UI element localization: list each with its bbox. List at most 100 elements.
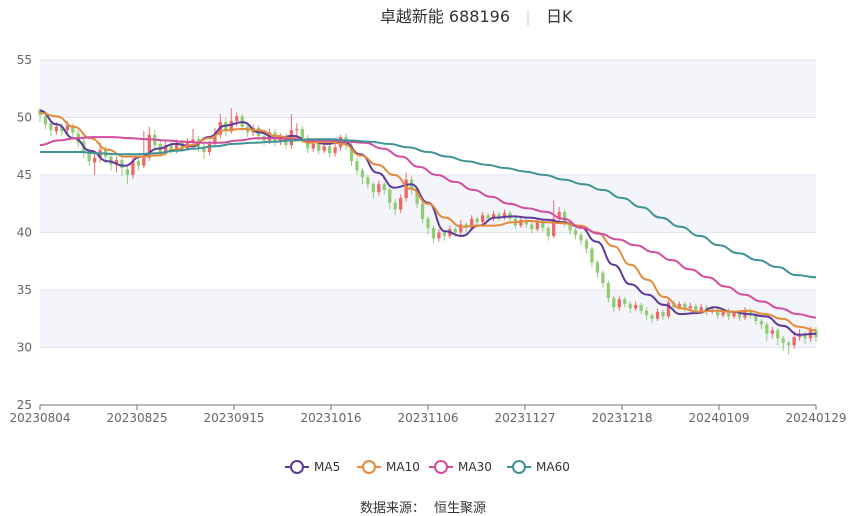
candle-body	[65, 125, 69, 131]
x-tick-label: 20230825	[106, 411, 167, 425]
candle-down	[579, 232, 583, 246]
candle-body	[650, 315, 654, 319]
candle-down	[327, 143, 332, 158]
candle-body	[699, 307, 703, 311]
legend-item-ma30: MA30	[429, 460, 492, 474]
candle-body	[617, 299, 621, 308]
legend-marker-icon	[512, 460, 526, 474]
candle-body	[481, 215, 485, 223]
candle-body	[573, 230, 578, 235]
candle-up	[295, 123, 299, 138]
candle-body	[142, 157, 146, 166]
source-value: 恒生聚源	[434, 501, 486, 516]
candle-body	[333, 147, 337, 154]
candle-up	[191, 129, 195, 147]
candle-body	[207, 143, 212, 152]
candle-up	[666, 300, 671, 319]
candle-body	[776, 330, 780, 339]
candle-up	[93, 153, 97, 175]
title-period: 日K	[546, 7, 573, 26]
candle-body	[388, 189, 392, 203]
candle-body	[420, 203, 425, 219]
candle-body	[623, 299, 627, 304]
legend-label: MA5	[314, 460, 340, 474]
candle-body	[43, 116, 48, 125]
y-tick-label: 25	[17, 398, 32, 412]
candle-body	[486, 215, 490, 219]
candle-body	[634, 304, 638, 309]
candle-body	[404, 179, 408, 198]
x-tick-label: 20231106	[397, 411, 458, 425]
plot-band	[40, 290, 816, 348]
candle-body	[579, 234, 583, 241]
x-tick-label: 20230804	[9, 411, 70, 425]
candle-body	[781, 338, 785, 343]
candle-down	[584, 238, 589, 254]
candle-body	[322, 146, 326, 151]
kline-chart: 卓越新能 688196 日K 25303540455055 20230804 20…	[9, 7, 847, 516]
candle-body	[601, 272, 605, 284]
candle-body	[792, 337, 796, 346]
candle-body	[371, 184, 375, 193]
candle-body	[595, 262, 600, 273]
y-tick-label: 50	[17, 111, 32, 125]
candle-body	[770, 330, 774, 334]
candle-body	[765, 324, 769, 334]
x-tick-label: 20231016	[300, 411, 361, 425]
y-tick-label: 30	[17, 341, 32, 355]
candle-body	[355, 161, 359, 171]
candle-body	[628, 303, 632, 309]
candle-body	[360, 170, 365, 178]
candle-body	[688, 306, 692, 309]
candle-body	[644, 310, 649, 316]
x-tick-label: 20240109	[688, 411, 749, 425]
candle-body	[120, 160, 124, 169]
candle-body	[382, 184, 386, 190]
candle-body	[54, 126, 59, 132]
y-tick-label: 55	[17, 53, 32, 67]
candle-body	[426, 218, 430, 228]
candle-body	[377, 184, 381, 193]
candle-body	[300, 129, 304, 139]
candle-down	[601, 270, 605, 288]
candle-body	[612, 298, 616, 308]
x-tick-label: 20231127	[494, 411, 555, 425]
candle-body	[125, 169, 130, 175]
candle-body	[606, 283, 610, 299]
x-tick-label: 20230915	[203, 411, 264, 425]
candle-body	[431, 227, 436, 239]
x-tick-label: 20231218	[591, 411, 652, 425]
candle-body	[393, 202, 397, 210]
legend-label: MA60	[536, 460, 570, 474]
candle-body	[732, 313, 736, 317]
candle-down	[355, 157, 359, 175]
source-note: 数据来源： 恒生聚源	[360, 501, 486, 516]
legend-marker-icon	[434, 460, 448, 474]
legend: MA5 MA10 MA30 MA60	[285, 460, 570, 474]
candle-down	[71, 123, 75, 138]
candle-body	[584, 240, 589, 249]
candle-body	[295, 129, 299, 131]
legend-item-ma10: MA10	[357, 460, 420, 474]
candle-body	[327, 146, 332, 154]
candle-body	[317, 143, 321, 151]
candle-body	[49, 123, 53, 131]
candle-body	[442, 232, 447, 236]
candle-body	[399, 198, 403, 210]
candle-body	[759, 321, 763, 325]
candle-body	[655, 311, 660, 319]
y-tick-label: 45	[17, 168, 32, 182]
candle-body	[639, 304, 643, 311]
chart-title: 卓越新能 688196 日K	[380, 7, 573, 26]
candle-body	[787, 342, 791, 346]
x-axis: 20230804 20230825 20230915 20231016 20231106…	[9, 404, 847, 425]
y-tick-label: 35	[17, 283, 32, 297]
candle-body	[590, 248, 594, 263]
candle-body	[311, 143, 315, 149]
candle-up	[333, 142, 337, 157]
plot-band	[40, 60, 816, 118]
candle-up	[142, 131, 146, 169]
title-stock: 卓越新能 688196	[380, 7, 510, 26]
candle-body	[661, 311, 665, 317]
y-axis: 25 30 35 40 45 50 55	[17, 53, 32, 412]
